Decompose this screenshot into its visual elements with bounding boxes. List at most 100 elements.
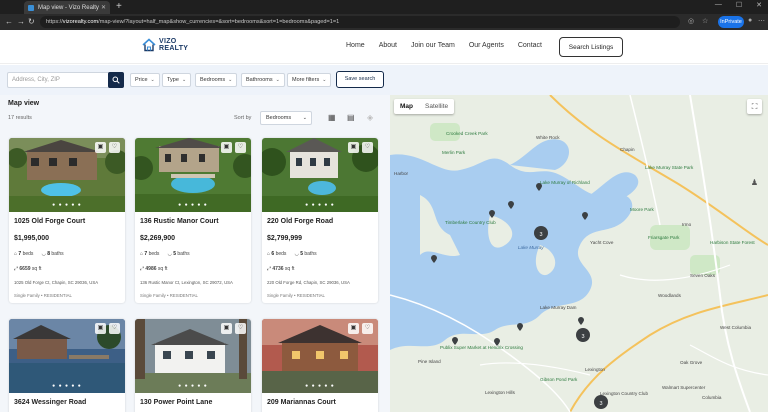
- map-label: Moore Park: [630, 207, 654, 212]
- minimize-icon[interactable]: —: [715, 1, 722, 9]
- results-panel: Map view 17 results Sort by Bedrooms ⌄ ▦ …: [0, 95, 390, 412]
- sqft-value: 6659: [19, 266, 31, 272]
- search-submit-button[interactable]: [108, 72, 124, 88]
- property-pin-icon[interactable]: [452, 337, 458, 345]
- sort-select[interactable]: Bedrooms ⌄: [260, 111, 312, 125]
- new-tab-button[interactable]: +: [116, 0, 122, 13]
- listing-photo[interactable]: ▣ ♡ ● ● ● ● ●: [9, 319, 125, 393]
- nav-join-our-team[interactable]: Join our Team: [411, 42, 455, 49]
- gallery-icon[interactable]: ▣: [221, 323, 232, 334]
- photo-carousel-dots[interactable]: ● ● ● ● ●: [135, 383, 251, 389]
- nav-contact[interactable]: Contact: [518, 42, 542, 49]
- listing-address[interactable]: 220 Old Forge Road: [267, 218, 333, 225]
- listing-card[interactable]: ▣ ♡ ● ● ● ● ● 220 Old Forge Road $2,799,…: [262, 138, 378, 303]
- type-filter-dropdown[interactable]: Type ⌄: [162, 73, 192, 87]
- inprivate-badge[interactable]: InPrivate: [718, 16, 744, 28]
- profile-icon[interactable]: ●: [748, 17, 752, 24]
- listing-photo[interactable]: ▣ ♡ ● ● ● ● ●: [135, 319, 251, 393]
- property-pin-icon[interactable]: [494, 338, 500, 346]
- location-search-input[interactable]: Address, City, ZIP: [7, 72, 115, 88]
- price-filter-dropdown[interactable]: Price ⌄: [130, 73, 160, 87]
- property-pin-icon[interactable]: [431, 255, 437, 263]
- street-view-icon[interactable]: ♟: [751, 178, 758, 187]
- listing-card[interactable]: ▣ ♡ ● ● ● ● ● 209 Mariannas Court: [262, 319, 378, 412]
- map-label: Friarsgate Park: [648, 235, 680, 240]
- close-tab-icon[interactable]: ✕: [101, 4, 106, 11]
- map-cluster-marker[interactable]: 3: [534, 226, 548, 240]
- bedrooms-filter-dropdown[interactable]: Bedrooms ⌄: [195, 73, 238, 87]
- browser-tab-strip: Map view - Vizo Realty ✕ + — ☐ ✕: [0, 0, 768, 14]
- results-count: 17 results: [8, 115, 32, 121]
- listing-address[interactable]: 130 Power Point Lane: [140, 399, 212, 406]
- listing-card[interactable]: ▣ ♡ ● ● ● ● ● 3624 Wessinger Road: [9, 319, 125, 412]
- favorite-heart-icon[interactable]: ♡: [362, 142, 373, 153]
- listing-address[interactable]: 3624 Wessinger Road: [14, 399, 86, 406]
- photo-carousel-dots[interactable]: ● ● ● ● ●: [262, 202, 378, 208]
- property-pin-icon[interactable]: [517, 323, 523, 331]
- chevron-down-icon: ⌄: [150, 77, 155, 83]
- gallery-icon[interactable]: ▣: [221, 142, 232, 153]
- favorites-icon[interactable]: ☆: [702, 17, 708, 25]
- map-cluster-marker[interactable]: 3: [594, 395, 608, 409]
- favorite-heart-icon[interactable]: ♡: [109, 142, 120, 153]
- more-filters-dropdown[interactable]: More filters ⌄: [287, 73, 332, 87]
- listing-address[interactable]: 136 Rustic Manor Court: [140, 218, 219, 225]
- back-icon[interactable]: ←: [5, 17, 13, 26]
- photo-carousel-dots[interactable]: ● ● ● ● ●: [262, 383, 378, 389]
- property-pin-icon[interactable]: [508, 201, 514, 209]
- map-view-icon[interactable]: ◈: [367, 113, 373, 122]
- nav-about[interactable]: About: [379, 42, 397, 49]
- property-pin-icon[interactable]: [536, 183, 542, 191]
- property-pin-icon[interactable]: [582, 212, 588, 220]
- satellite-tab[interactable]: Satellite: [419, 99, 454, 114]
- listing-photo[interactable]: ▣ ♡ ● ● ● ● ●: [262, 319, 378, 393]
- favorite-heart-icon[interactable]: ♡: [235, 142, 246, 153]
- map-canvas[interactable]: [390, 95, 768, 412]
- property-pin-icon[interactable]: [578, 317, 584, 325]
- beds-label: beds: [148, 251, 160, 257]
- favorite-heart-icon[interactable]: ♡: [235, 323, 246, 334]
- baths-label: baths: [177, 251, 190, 257]
- property-type: Single Family: [267, 293, 293, 298]
- grid-view-icon[interactable]: ▦: [328, 113, 336, 122]
- map-cluster-marker[interactable]: 3: [576, 328, 590, 342]
- listing-card[interactable]: ▣ ♡ ● ● ● ● ● 130 Power Point Lane: [135, 319, 251, 412]
- browser-menu-icon[interactable]: ⋯: [758, 17, 765, 25]
- photo-carousel-dots[interactable]: ● ● ● ● ●: [135, 202, 251, 208]
- maximize-icon[interactable]: ☐: [736, 1, 742, 9]
- nav-our-agents[interactable]: Our Agents: [469, 42, 504, 49]
- listing-card[interactable]: ▣ ♡ ● ● ● ● ● 136 Rustic Manor Court $2,…: [135, 138, 251, 303]
- photo-carousel-dots[interactable]: ● ● ● ● ●: [9, 202, 125, 208]
- list-view-icon[interactable]: ▤: [347, 113, 355, 122]
- search-listings-button[interactable]: Search Listings: [559, 37, 623, 57]
- save-search-button[interactable]: Save search: [336, 71, 384, 88]
- site-logo[interactable]: VIZO REALTY: [142, 38, 188, 52]
- gallery-icon[interactable]: ▣: [95, 323, 106, 334]
- refresh-icon[interactable]: ↻: [28, 17, 35, 26]
- favorite-heart-icon[interactable]: ♡: [362, 323, 373, 334]
- sort-select-value: Bedrooms: [266, 115, 292, 121]
- map-panel[interactable]: Map Satellite ⛶ ♟ White Rock Crooked Cre…: [390, 95, 768, 412]
- photo-carousel-dots[interactable]: ● ● ● ● ●: [9, 383, 125, 389]
- browser-tab[interactable]: Map view - Vizo Realty ✕: [24, 1, 110, 14]
- listing-address[interactable]: 1025 Old Forge Court: [14, 218, 85, 225]
- listing-photo[interactable]: ▣ ♡ ● ● ● ● ●: [9, 138, 125, 212]
- favorite-heart-icon[interactable]: ♡: [109, 323, 120, 334]
- listing-photo[interactable]: ▣ ♡ ● ● ● ● ●: [262, 138, 378, 212]
- map-label: Pine Island: [418, 359, 441, 364]
- forward-icon[interactable]: →: [17, 17, 25, 26]
- fullscreen-icon[interactable]: ⛶: [747, 99, 762, 114]
- gallery-icon[interactable]: ▣: [348, 142, 359, 153]
- bathrooms-filter-dropdown[interactable]: Bathrooms ⌄: [241, 73, 285, 87]
- extensions-icon[interactable]: ◎: [688, 17, 694, 25]
- listing-photo[interactable]: ▣ ♡ ● ● ● ● ●: [135, 138, 251, 212]
- listing-card[interactable]: ▣ ♡ ● ● ● ● ● 1025 Old Forge Court $1,99…: [9, 138, 125, 303]
- close-window-icon[interactable]: ✕: [756, 1, 762, 9]
- listing-address[interactable]: 209 Mariannas Court: [267, 399, 336, 406]
- gallery-icon[interactable]: ▣: [95, 142, 106, 153]
- gallery-icon[interactable]: ▣: [348, 323, 359, 334]
- map-tab[interactable]: Map: [394, 99, 419, 114]
- url-field[interactable]: https://vizorealty.com/map-view/?layout=…: [40, 16, 680, 28]
- property-pin-icon[interactable]: [489, 210, 495, 218]
- nav-home[interactable]: Home: [346, 42, 365, 49]
